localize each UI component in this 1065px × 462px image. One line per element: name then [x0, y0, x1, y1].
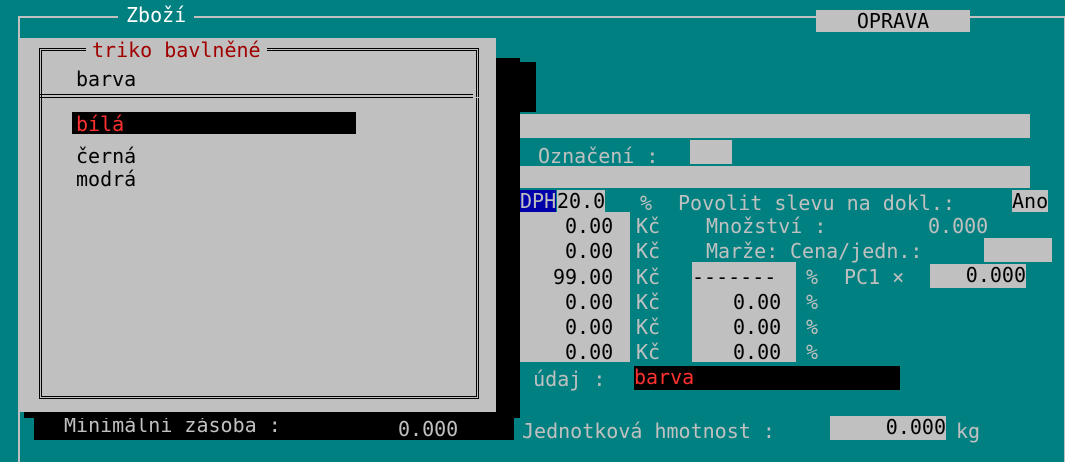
window-title: Zboží: [118, 4, 195, 26]
amount-3[interactable]: 99.00: [553, 266, 613, 288]
mode-badge: OPRAVA: [816, 10, 970, 32]
option-cerna[interactable]: černá: [76, 145, 136, 167]
pc1-value[interactable]: 0.000: [930, 264, 1026, 288]
mnozstvi-value[interactable]: 0.000: [928, 215, 988, 237]
margin-3[interactable]: 0.00: [733, 316, 781, 338]
margin-pct-4: %: [806, 340, 819, 364]
amount-6[interactable]: 0.00: [565, 341, 613, 363]
margin-2[interactable]: 0.00: [733, 291, 781, 313]
mnozstvi-label: Množství :: [706, 214, 827, 238]
margin-pct-2: %: [806, 290, 819, 314]
amount-5[interactable]: 0.00: [565, 316, 613, 338]
margin-4[interactable]: 0.00: [733, 341, 781, 363]
amount-2[interactable]: 0.00: [565, 240, 613, 262]
cena-jedn-label: Cena/jedn.:: [790, 239, 923, 263]
pc1-label: PC1 ×: [844, 265, 905, 289]
currency-4: Kč: [636, 290, 661, 314]
currency-2: Kč: [636, 239, 661, 263]
dph-label: DPH: [520, 189, 557, 213]
udaj-field[interactable]: barva: [634, 366, 900, 390]
partial-black-field: [520, 62, 536, 112]
min-zasoba-value[interactable]: 0.000: [398, 418, 458, 440]
hmotnost-value[interactable]: 0.000: [830, 416, 946, 440]
margin-pct-1: %: [806, 265, 819, 289]
dph-value[interactable]: 20.0: [557, 190, 606, 212]
margin-1[interactable]: -------: [692, 266, 776, 288]
percent-sign: %: [640, 191, 653, 215]
cena-jedn-field[interactable]: [984, 238, 1052, 262]
field-bar-1[interactable]: [520, 114, 1030, 138]
amount-4[interactable]: 0.00: [565, 291, 613, 313]
margin-pct-3: %: [806, 315, 819, 339]
currency-3: Kč: [636, 265, 661, 289]
hmotnost-unit: kg: [956, 419, 981, 443]
oznaceni-label: Označení :: [538, 144, 659, 168]
povolit-slevu-label: Povolit slevu na dokl.:: [678, 191, 955, 215]
dos-screen: { "window": { "title": "Zboží", "mode": …: [0, 0, 1065, 462]
marze-label: Marže:: [706, 239, 779, 263]
option-modra[interactable]: modrá: [76, 168, 136, 190]
hmotnost-label: Jednotková hmotnost :: [522, 419, 775, 443]
currency-1: Kč: [636, 214, 661, 238]
popup-subtitle: barva: [76, 67, 137, 91]
currency-5: Kč: [636, 315, 661, 339]
povolit-slevu-value[interactable]: Ano: [1012, 190, 1049, 212]
currency-6: Kč: [636, 340, 661, 364]
oznaceni-field[interactable]: [690, 140, 732, 164]
field-bar-2[interactable]: [520, 166, 1030, 188]
option-bila[interactable]: bílá: [76, 113, 124, 135]
popup-title: triko bavlněné: [86, 39, 267, 61]
amount-1[interactable]: 0.00: [565, 215, 613, 237]
